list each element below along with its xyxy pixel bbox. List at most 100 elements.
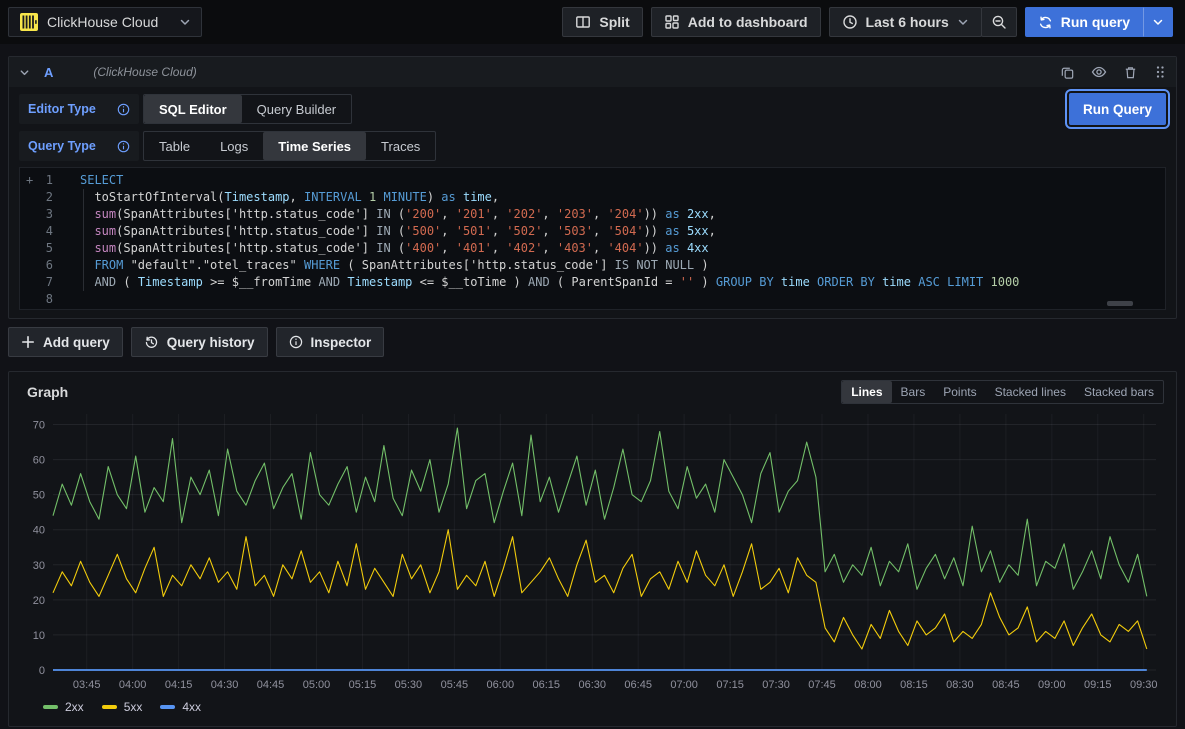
series-line-2xx	[53, 428, 1147, 596]
graph-style-points[interactable]: Points	[934, 381, 985, 403]
gutter-spacer	[20, 274, 37, 291]
svg-text:07:45: 07:45	[808, 679, 836, 691]
query-type-label-chip: Query Type	[19, 131, 139, 161]
svg-text:06:15: 06:15	[533, 679, 561, 691]
svg-text:08:00: 08:00	[854, 679, 882, 691]
split-button[interactable]: Split	[562, 7, 642, 37]
query-type-option-table[interactable]: Table	[144, 132, 205, 160]
svg-text:20: 20	[33, 595, 45, 607]
svg-text:10: 10	[33, 630, 45, 642]
line-number: 4	[37, 223, 66, 240]
hide-response-eye-icon[interactable]	[1091, 64, 1107, 80]
editor-type-option-query-builder[interactable]: Query Builder	[242, 95, 351, 123]
svg-text:06:45: 06:45	[624, 679, 652, 691]
history-icon	[144, 335, 159, 350]
graph-style-bars[interactable]: Bars	[892, 381, 935, 403]
query-type-option-logs[interactable]: Logs	[205, 132, 263, 160]
drag-handle-icon[interactable]	[1154, 65, 1166, 79]
add-to-dashboard-label: Add to dashboard	[688, 14, 808, 30]
sql-code-text: sum(SpanAttributes['http.status_code'] I…	[66, 223, 716, 240]
sql-code-text: toStartOfInterval(Timestamp, INTERVAL 1 …	[66, 189, 499, 206]
sql-code-line: 3 sum(SpanAttributes['http.status_code']…	[20, 206, 1165, 223]
svg-text:09:30: 09:30	[1130, 679, 1158, 691]
run-query-interval-dropdown[interactable]	[1143, 7, 1173, 37]
line-number: 3	[37, 206, 66, 223]
graph-style-stacked-lines[interactable]: Stacked lines	[986, 381, 1075, 403]
sql-code-text: sum(SpanAttributes['http.status_code'] I…	[66, 206, 716, 223]
legend-item-2xx[interactable]: 2xx	[43, 700, 84, 714]
sql-code-line: 6 FROM "default"."otel_traces" WHERE ( S…	[20, 257, 1165, 274]
svg-text:07:15: 07:15	[716, 679, 744, 691]
run-query-button[interactable]: Run query	[1025, 7, 1143, 37]
add-to-dashboard-button[interactable]: Add to dashboard	[651, 7, 821, 37]
svg-text:04:45: 04:45	[257, 679, 285, 691]
query-type-toggle: Table Logs Time Series Traces	[143, 131, 436, 161]
editor-type-option-sql-editor[interactable]: SQL Editor	[144, 95, 242, 123]
legend-item-5xx[interactable]: 5xx	[102, 700, 143, 714]
graph-header: Graph Lines Bars Points Stacked lines St…	[19, 378, 1166, 406]
query-history-label: Query history	[167, 335, 255, 350]
chevron-down-icon	[1152, 16, 1164, 28]
zoom-out-button[interactable]	[981, 7, 1017, 37]
query-type-option-traces[interactable]: Traces	[366, 132, 435, 160]
zoom-out-icon	[991, 14, 1007, 30]
svg-text:08:30: 08:30	[946, 679, 974, 691]
chevron-down-icon	[957, 16, 969, 28]
sql-code-line: 4 sum(SpanAttributes['http.status_code']…	[20, 223, 1165, 240]
time-range-button[interactable]: Last 6 hours	[829, 7, 982, 37]
legend-item-4xx[interactable]: 4xx	[160, 700, 201, 714]
run-query-editor-button[interactable]: Run Query	[1069, 93, 1166, 125]
svg-text:08:45: 08:45	[992, 679, 1020, 691]
query-row-actions	[1060, 64, 1166, 80]
graph-style-stacked-bars[interactable]: Stacked bars	[1075, 381, 1163, 403]
editor-hscrollbar[interactable]	[1107, 301, 1133, 306]
query-history-button[interactable]: Query history	[131, 327, 268, 357]
info-circle-icon	[289, 335, 303, 349]
inspector-button[interactable]: Inspector	[276, 327, 385, 357]
graph-style-toggle: Lines Bars Points Stacked lines Stacked …	[841, 380, 1164, 404]
gutter-spacer	[20, 206, 37, 223]
sql-code-line: +1SELECT	[20, 172, 1165, 189]
svg-text:06:30: 06:30	[578, 679, 606, 691]
duplicate-query-icon[interactable]	[1060, 65, 1075, 80]
query-row-header: A (ClickHouse Cloud)	[9, 57, 1176, 87]
plus-icon	[21, 335, 35, 349]
editor-gutter: 8	[20, 291, 66, 308]
svg-text:0: 0	[39, 665, 45, 677]
svg-text:40: 40	[33, 525, 45, 537]
svg-text:50: 50	[33, 490, 45, 502]
info-circle-icon[interactable]	[117, 140, 130, 153]
clock-icon	[842, 14, 858, 30]
gutter-plus-icon[interactable]: +	[20, 172, 37, 189]
line-number: 2	[37, 189, 66, 206]
svg-text:05:45: 05:45	[441, 679, 469, 691]
legend-label: 4xx	[182, 700, 201, 714]
add-query-button[interactable]: Add query	[8, 327, 123, 357]
sql-code-text	[66, 291, 80, 308]
info-circle-icon[interactable]	[117, 103, 130, 116]
chart-legend: 2xx 5xx 4xx	[19, 697, 1166, 717]
datasource-picker[interactable]: ClickHouse Cloud	[8, 7, 202, 37]
svg-text:04:00: 04:00	[119, 679, 147, 691]
indent-guide	[83, 189, 84, 291]
query-type-option-time-series[interactable]: Time Series	[263, 132, 366, 160]
sql-code-text: SELECT	[66, 172, 123, 189]
collapse-chevron-icon[interactable]	[19, 67, 30, 78]
series-line-5xx	[53, 530, 1147, 649]
sql-code-line: 7 AND ( Timestamp >= $__fromTime AND Tim…	[20, 274, 1165, 291]
svg-text:30: 30	[33, 560, 45, 572]
sql-code-editor[interactable]: +1SELECT2 toStartOfInterval(Timestamp, I…	[19, 167, 1166, 310]
query-type-label: Query Type	[28, 139, 96, 153]
gutter-spacer	[20, 291, 37, 308]
time-series-chart[interactable]: 01020304050607003:4504:0004:1504:3004:45…	[19, 406, 1166, 696]
svg-text:03:45: 03:45	[73, 679, 101, 691]
svg-text:04:15: 04:15	[165, 679, 193, 691]
split-label: Split	[599, 14, 629, 30]
legend-swatch-5xx	[102, 705, 117, 709]
delete-query-trash-icon[interactable]	[1123, 65, 1138, 80]
graph-style-lines[interactable]: Lines	[842, 381, 891, 403]
sql-code-text: FROM "default"."otel_traces" WHERE ( Spa…	[66, 257, 709, 274]
query-editor-panel: A (ClickHouse Cloud) Editor Type	[8, 56, 1177, 319]
query-datasource-hint: (ClickHouse Cloud)	[93, 65, 196, 79]
editor-type-toggle: SQL Editor Query Builder	[143, 94, 352, 124]
